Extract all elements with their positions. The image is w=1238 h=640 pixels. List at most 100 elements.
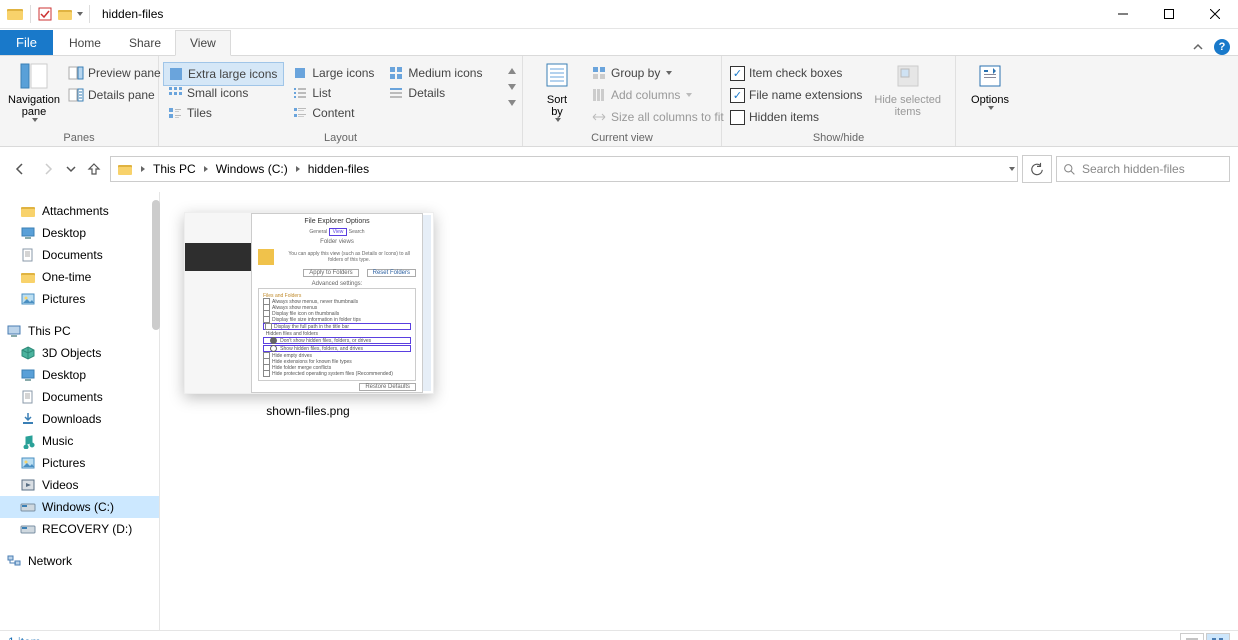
sidebar-quick-item[interactable]: Desktop	[0, 222, 159, 244]
details-view-switch[interactable]	[1180, 633, 1204, 640]
hidden-items-checkbox[interactable]: Hidden items	[726, 106, 868, 128]
tab-share[interactable]: Share	[115, 31, 175, 55]
tab-home[interactable]: Home	[55, 31, 115, 55]
details-pane-label: Details pane	[88, 88, 155, 102]
address-folder-icon	[117, 161, 133, 177]
layout-label: Large icons	[312, 66, 374, 80]
layout-list[interactable]: List	[288, 82, 380, 104]
checkbox-icon: ✓	[730, 66, 745, 81]
layout-label: List	[312, 86, 331, 100]
collapse-ribbon-icon[interactable]	[1192, 41, 1204, 53]
qat-properties-icon[interactable]	[37, 6, 53, 22]
layout-tiles[interactable]: Tiles	[163, 102, 284, 124]
hide-selected-items-button[interactable]: Hide selected items	[868, 58, 947, 120]
sidebar-thispc-item[interactable]: 3D Objects	[0, 342, 159, 364]
sidebar-item-label: Windows (C:)	[42, 500, 114, 514]
title-bar: hidden-files	[0, 0, 1238, 29]
sidebar-item-label: Music	[42, 434, 73, 448]
checkbox-icon: ✓	[730, 88, 745, 103]
help-icon[interactable]: ?	[1214, 39, 1230, 55]
layout-large-icons[interactable]: Large icons	[288, 62, 380, 84]
navigation-pane-button[interactable]: Navigation pane	[4, 58, 64, 124]
sidebar-thispc-item[interactable]: Music	[0, 430, 159, 452]
item-check-boxes-checkbox[interactable]: ✓ Item check boxes	[726, 62, 868, 84]
scrollbar-thumb[interactable]	[152, 200, 160, 330]
file-item[interactable]: File Explorer Options General View Searc…	[184, 212, 432, 418]
hide-selected-icon	[892, 60, 924, 92]
up-button[interactable]	[82, 157, 106, 181]
group-by-label: Group by	[611, 66, 660, 80]
forward-button[interactable]	[36, 157, 60, 181]
sidebar-thispc-item[interactable]: Documents	[0, 386, 159, 408]
content-icon	[292, 105, 308, 121]
status-text: 1 item	[8, 635, 41, 640]
breadcrumb-segment[interactable]: hidden-files	[304, 162, 373, 176]
layout-scroll-up-icon[interactable]	[508, 68, 516, 74]
layout-group-label: Layout	[163, 132, 518, 146]
sidebar-item-label: Desktop	[42, 226, 86, 240]
qat-dropdown-icon[interactable]	[77, 12, 83, 16]
sidebar-thispc-item[interactable]: RECOVERY (D:)	[0, 518, 159, 540]
layout-expand-icon[interactable]	[508, 100, 516, 106]
qat-new-folder-icon[interactable]	[57, 6, 73, 22]
breadcrumb-segment[interactable]: Windows (C:)	[212, 162, 292, 176]
breadcrumb-segment[interactable]: This PC	[149, 162, 200, 176]
refresh-button[interactable]	[1022, 155, 1052, 183]
layout-content[interactable]: Content	[288, 102, 380, 124]
address-chevron-icon[interactable]	[141, 166, 145, 172]
folder-icon	[20, 247, 36, 263]
sidebar-thispc-item[interactable]: Downloads	[0, 408, 159, 430]
address-dropdown-icon[interactable]	[1009, 167, 1015, 171]
sidebar-this-pc[interactable]: This PC	[0, 320, 159, 342]
details-pane-button[interactable]: Details pane	[64, 84, 167, 106]
minimize-button[interactable]	[1100, 0, 1146, 28]
sidebar-item-label: Pictures	[42, 292, 85, 306]
close-button[interactable]	[1192, 0, 1238, 28]
content-area[interactable]: File Explorer Options General View Searc…	[160, 192, 1238, 630]
sidebar-quick-item[interactable]: Pictures	[0, 288, 159, 310]
qat-separator-2	[89, 5, 90, 23]
chevron-down-icon	[686, 93, 692, 97]
chevron-down-icon	[32, 118, 38, 122]
search-input[interactable]: Search hidden-files	[1056, 156, 1230, 182]
sidebar-quick-item[interactable]: Documents	[0, 244, 159, 266]
sidebar-quick-item[interactable]: Attachments	[0, 200, 159, 222]
tab-view[interactable]: View	[175, 30, 231, 56]
navigation-pane: AttachmentsDesktopDocumentsOne-timePictu…	[0, 192, 160, 630]
layout-details[interactable]: Details	[384, 82, 488, 104]
address-chevron-icon[interactable]	[296, 166, 300, 172]
history-dropdown[interactable]	[64, 157, 78, 181]
address-chevron-icon[interactable]	[204, 166, 208, 172]
address-bar[interactable]: This PC Windows (C:) hidden-files	[110, 156, 1018, 182]
preview-pane-button[interactable]: Preview pane	[64, 62, 167, 84]
sidebar-network[interactable]: Network	[0, 550, 159, 572]
group-by-button[interactable]: Group by	[587, 62, 730, 84]
sidebar-thispc-item[interactable]: Windows (C:)	[0, 496, 159, 518]
back-button[interactable]	[8, 157, 32, 181]
sidebar-quick-item[interactable]: One-time	[0, 266, 159, 288]
chevron-down-icon	[555, 118, 561, 122]
add-columns-button[interactable]: Add columns	[587, 84, 730, 106]
add-columns-label: Add columns	[611, 88, 680, 102]
file-name-extensions-checkbox[interactable]: ✓ File name extensions	[726, 84, 868, 106]
layout-small-icons[interactable]: Small icons	[163, 82, 284, 104]
hide-selected-label: Hide selected items	[874, 94, 941, 118]
chevron-down-icon	[666, 71, 672, 75]
sort-by-button[interactable]: Sort by	[527, 58, 587, 124]
tab-file[interactable]: File	[0, 30, 53, 55]
sidebar-thispc-item[interactable]: Videos	[0, 474, 159, 496]
sidebar-item-label: 3D Objects	[42, 346, 101, 360]
layout-scroll-down-icon[interactable]	[508, 84, 516, 90]
sidebar-thispc-item[interactable]: Pictures	[0, 452, 159, 474]
details-pane-icon	[68, 87, 84, 103]
icons-view-switch[interactable]	[1206, 633, 1230, 640]
layout-medium-icons[interactable]: Medium icons	[384, 62, 488, 84]
options-button[interactable]: Options	[960, 58, 1020, 112]
sidebar-item-label: Downloads	[42, 412, 101, 426]
sidebar-thispc-item[interactable]: Desktop	[0, 364, 159, 386]
maximize-button[interactable]	[1146, 0, 1192, 28]
size-columns-button[interactable]: Size all columns to fit	[587, 106, 730, 128]
small-icons-icon	[167, 85, 183, 101]
file-name-label: shown-files.png	[184, 404, 432, 418]
current-view-group-label: Current view	[527, 132, 717, 146]
